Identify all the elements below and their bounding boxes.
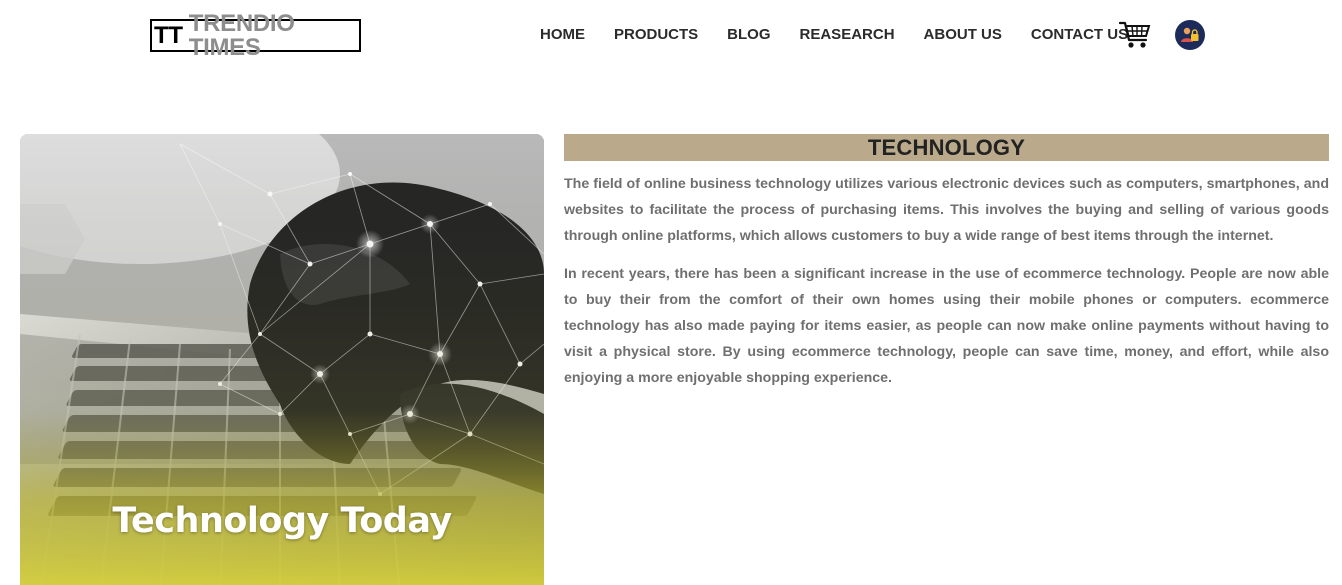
logo-mark: TT	[154, 21, 183, 49]
section-heading-bar: TECHNOLOGY	[564, 134, 1329, 161]
nav-blog[interactable]: BLOG	[727, 26, 770, 43]
logo-name: TRENDIO TIMES	[188, 9, 295, 61]
article-paragraph-2: In recent years, there has been a signif…	[564, 266, 1329, 386]
site-logo[interactable]: TT TRENDIO TIMES	[150, 11, 361, 59]
section-title: TECHNOLOGY	[867, 134, 1026, 160]
page: TT TRENDIO TIMES HOME PRODUCTS BLOG REAS…	[0, 0, 1342, 585]
nav-research[interactable]: REASEARCH	[800, 26, 895, 43]
nav-contact-us[interactable]: CONTACT US	[1031, 26, 1128, 43]
shopping-cart-icon[interactable]	[1118, 20, 1151, 50]
main-nav: HOME PRODUCTS BLOG REASEARCH ABOUT US CO…	[540, 26, 1128, 43]
nav-home[interactable]: HOME	[540, 26, 585, 43]
nav-products[interactable]: PRODUCTS	[614, 26, 698, 43]
hero-image: Technology Today	[20, 134, 544, 585]
article: TECHNOLOGY The field of online business …	[564, 134, 1329, 391]
hero-caption: Technology Today	[112, 501, 452, 541]
nav-about-us[interactable]: ABOUT US	[924, 26, 1002, 43]
article-paragraph-1: The field of online business technology …	[564, 176, 1329, 244]
user-lock-icon[interactable]	[1175, 20, 1205, 50]
